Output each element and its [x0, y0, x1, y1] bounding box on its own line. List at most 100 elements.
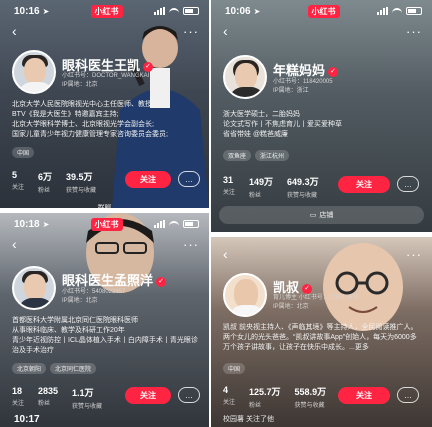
chat-button[interactable]: … — [397, 387, 419, 403]
status-time: 10:17 — [14, 413, 40, 425]
stat-likes[interactable]: 1.1万 获赞与收藏 — [72, 386, 102, 410]
tag-list: 中国 — [223, 363, 246, 374]
tag: 北京同仁医院 — [50, 363, 97, 374]
profile-panel-meng-zhaoyang: 10:18 ➤ 小红书 ‹ ··· 眼科医生孟照洋 ✓ 小红书号：54080226… — [0, 213, 209, 427]
ip-location: IP属地：浙江 — [273, 88, 309, 94]
battery-icon — [183, 7, 199, 15]
stat-followers[interactable]: 6万 粉丝 — [38, 170, 52, 194]
profile-name-text: 眼科医生孟照洋 — [62, 273, 154, 288]
status-time: 10:18 — [14, 218, 40, 230]
bio: 凯叔 前央视主持人、《声临其境》等主持人，全民阅读推广人。两个女儿的光头爸爸。“… — [223, 323, 423, 353]
status-time: 10:16 — [14, 5, 40, 17]
avatar[interactable] — [223, 273, 267, 317]
chat-button[interactable]: … — [178, 387, 200, 403]
battery-icon — [183, 220, 199, 228]
chat-button[interactable]: … — [178, 171, 200, 187]
ip-location: IP属地：北京 — [273, 304, 309, 310]
location-arrow-icon: ➤ — [42, 219, 50, 229]
tag-list: 双鱼座 浙江杭州 — [223, 150, 290, 161]
bio-line: 国家儿童青少年视力健康管理专家咨询委员会委员; — [12, 131, 168, 138]
more-icon[interactable]: ··· — [183, 237, 199, 252]
follow-button[interactable]: 关注 — [125, 171, 171, 188]
wifi-icon — [169, 220, 179, 228]
bio-line: 论文式写作丨不焦虑育儿丨爱买爱种草 — [223, 121, 342, 128]
follow-button[interactable]: 关注 — [338, 387, 390, 404]
back-icon[interactable]: ‹ — [223, 23, 228, 39]
tag: 中国 — [223, 363, 246, 374]
mutual-follow-strip[interactable]: 校园薯 关注了他 — [211, 411, 432, 427]
more-icon[interactable]: ··· — [406, 24, 422, 39]
bio-line: BTV《我是大医生》特邀嘉宾主持; — [12, 111, 119, 118]
bio-line: 青少年近视防控丨ICL晶体植入手术丨白内障手术丨青光眼诊治及手术治疗 — [12, 337, 198, 354]
tag-list: 北京朝阳 北京同仁医院 — [12, 363, 97, 374]
profile-meta: 小红书号：DOCTOR_WANGKAI IP属地：北京 — [62, 72, 149, 90]
wifi-icon — [169, 7, 179, 15]
profile-name-text: 眼科医生王凯 — [62, 58, 141, 73]
app-tag: 小红书 — [90, 4, 123, 18]
avatar[interactable] — [223, 55, 267, 99]
stat-followers[interactable]: 125.7万 粉丝 — [249, 385, 281, 409]
stat-likes[interactable]: 39.5万 获赞与收藏 — [66, 170, 96, 194]
wifi-icon — [392, 7, 402, 15]
battery-icon — [406, 7, 422, 15]
stat-likes[interactable]: 558.9万 获赞与收藏 — [295, 385, 327, 409]
stat-followers[interactable]: 149万 粉丝 — [249, 175, 273, 199]
stat-following[interactable]: 5 关注 — [12, 170, 24, 194]
stats: 4 关注 125.7万 粉丝 558.9万 获赞与收藏 — [223, 385, 326, 409]
bio-line: 浙大医学硕士，二胎妈妈 — [223, 111, 300, 118]
stat-followers[interactable]: 2835 粉丝 — [38, 386, 58, 410]
nav-row: ‹ ··· — [223, 246, 422, 262]
bio: 首都医科大学附属北京同仁医院眼科医师 从事眼科临床、教学及科研工作20年 青少年… — [12, 316, 198, 356]
user-id: 小红书号：275013675 — [298, 295, 359, 301]
stats: 5 关注 6万 粉丝 39.5万 获赞与收藏 — [12, 170, 96, 194]
screenshot-grid: 10:16 ➤ 小红书 ‹ ··· 眼科医生王凯 ✓ 小红书号：DOCTOR_WA… — [0, 0, 432, 427]
back-icon[interactable]: ‹ — [12, 236, 17, 252]
back-icon[interactable]: ‹ — [12, 23, 17, 39]
profile-name-text: 年糕妈妈 — [273, 63, 326, 78]
status-bar: 10:06 ➤ 小红书 — [225, 4, 422, 18]
profile-name-text: 凯叔 — [273, 280, 300, 295]
stat-following[interactable]: 18 关注 — [12, 386, 24, 410]
shop-icon: ▭ — [309, 212, 317, 219]
follow-button[interactable]: 关注 — [125, 387, 171, 404]
stats: 18 关注 2835 粉丝 1.1万 获赞与收藏 — [12, 386, 102, 410]
back-icon[interactable]: ‹ — [223, 246, 228, 262]
follow-button[interactable]: 关注 — [338, 176, 390, 193]
signal-icon — [377, 7, 388, 15]
avatar[interactable] — [12, 266, 56, 310]
profile-panel-kai-shu: ‹ ··· 凯叔 ✓ 育儿博主 小红书号：275013675 IP属地：北京 凯叔… — [211, 237, 432, 427]
location-arrow-icon: ➤ — [42, 6, 50, 16]
verified-icon: ✓ — [156, 276, 167, 287]
verified-icon: ✓ — [143, 61, 154, 72]
bio-line: 从事眼科临床、教学及科研工作20年 — [12, 327, 125, 334]
shop-button[interactable]: ▭ 店铺 — [219, 206, 424, 224]
app-tag: 小红书 — [90, 217, 123, 231]
more-icon[interactable]: ··· — [406, 247, 422, 262]
profile-meta: 小红书号：5408022657 IP属地：北京 — [62, 288, 125, 306]
nav-row: ‹ ··· — [12, 23, 199, 39]
ip-location: IP属地：北京 — [62, 82, 98, 88]
stat-following[interactable]: 4 关注 — [223, 385, 235, 409]
app-tag: 小红书 — [307, 4, 340, 18]
profile-name: 眼科医生孟照洋 ✓ — [62, 270, 167, 289]
chat-button[interactable]: … — [397, 176, 419, 192]
bio-line: 凯叔 前央视主持人、《声临其境》等主持人，全民阅读推广人。两个女儿的光头爸爸。“… — [223, 324, 418, 351]
status-bar-bottom: 10:17 — [14, 413, 199, 425]
more-icon[interactable]: ··· — [183, 24, 199, 39]
nav-row: ‹ ··· — [12, 236, 199, 252]
profile-panel-wang-kai: 10:16 ➤ 小红书 ‹ ··· 眼科医生王凯 ✓ 小红书号：DOCTOR_WA… — [0, 0, 209, 208]
group-chat-strip[interactable]: 群聊 — [0, 200, 209, 208]
verified-icon: ✓ — [302, 283, 313, 294]
profile-name: 年糕妈妈 ✓ — [273, 60, 339, 79]
status-bar: 10:18 ➤ 小红书 — [14, 217, 199, 231]
shop-label: 店铺 — [319, 212, 334, 219]
ip-location: IP属地：北京 — [62, 298, 98, 304]
profile-panel-niangao-mama: 10:06 ➤ 小红书 ‹ ··· 年糕妈妈 ✓ 小红书号：118420005 I… — [211, 0, 432, 232]
stat-likes[interactable]: 649.3万 获赞与收藏 — [287, 175, 319, 199]
bio-line: 首都医科大学附属北京同仁医院眼科医师 — [12, 317, 138, 324]
stat-following[interactable]: 31 关注 — [223, 175, 235, 199]
status-bar: 10:16 ➤ 小红书 — [14, 4, 199, 18]
avatar[interactable] — [12, 50, 56, 94]
bio-line: 北京大学眼科学博士、北京眼视光学会副会长; — [12, 121, 154, 128]
tag: 中国 — [12, 147, 35, 158]
